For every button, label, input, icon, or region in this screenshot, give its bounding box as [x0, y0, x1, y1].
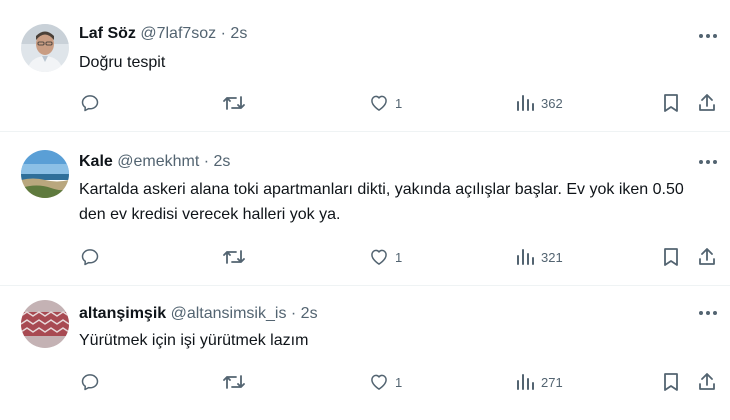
timestamp[interactable]: 2s [214, 153, 231, 170]
bookmark-button[interactable] [662, 247, 680, 267]
retweet-icon [223, 250, 245, 264]
view-count: 271 [541, 374, 563, 390]
reply-button[interactable] [80, 93, 100, 113]
analytics-icon [517, 374, 534, 390]
share-button[interactable] [697, 247, 717, 267]
tweet-text: Yürütmek için işi yürütmek lazım [79, 332, 309, 349]
share-icon [699, 248, 715, 265]
heart-icon [371, 374, 387, 390]
tweet-header: Kale @emekhmt · 2s [79, 153, 230, 171]
like-count: 1 [395, 95, 403, 111]
tweet-text: Kartalda askeri alana toki apartmanları … [79, 181, 684, 223]
share-icon [699, 373, 715, 390]
author-handle[interactable]: @emekhmt [117, 153, 199, 170]
bookmark-button[interactable] [662, 93, 680, 113]
bookmark-icon [664, 94, 678, 112]
tweet[interactable]: Kale @emekhmt · 2s Kartalda askeri alana… [0, 132, 730, 282]
tweet[interactable]: altanşimşik @altansimsik_is · 2s Yürütme… [0, 286, 730, 420]
view-count: 321 [541, 249, 563, 265]
more-icon[interactable] [697, 152, 719, 172]
author-name[interactable]: Kale [79, 153, 113, 170]
like-count: 1 [395, 374, 403, 390]
retweet-button[interactable] [222, 247, 246, 267]
more-icon[interactable] [697, 303, 719, 323]
reply-icon [81, 374, 99, 391]
avatar[interactable] [21, 300, 69, 348]
share-button[interactable] [697, 372, 717, 392]
tweet-header: Laf Söz @7laf7soz · 2s [79, 25, 247, 43]
avatar[interactable] [21, 24, 69, 72]
bookmark-button[interactable] [662, 372, 680, 392]
tweet-header: altanşimşik @altansimsik_is · 2s [79, 305, 318, 323]
retweet-icon [223, 96, 245, 110]
bookmark-icon [664, 248, 678, 266]
reply-icon [81, 249, 99, 266]
analytics-icon [517, 95, 534, 111]
like-button[interactable]: 1 [369, 93, 402, 113]
author-name[interactable]: Laf Söz [79, 25, 136, 42]
tweet-text: Doğru tespit [79, 54, 166, 71]
author-handle[interactable]: @altansimsik_is [171, 305, 287, 322]
view-count: 362 [541, 95, 563, 111]
share-button[interactable] [697, 93, 717, 113]
like-button[interactable]: 1 [369, 372, 402, 392]
views-button[interactable]: 362 [515, 93, 563, 113]
like-count: 1 [395, 249, 403, 265]
analytics-icon [517, 249, 534, 265]
retweet-icon [223, 375, 245, 389]
retweet-button[interactable] [222, 93, 246, 113]
heart-icon [371, 95, 387, 111]
heart-icon [371, 249, 387, 265]
author-name[interactable]: altanşimşik [79, 305, 166, 322]
more-icon[interactable] [697, 26, 719, 46]
separator: · [290, 305, 297, 322]
avatar[interactable] [21, 150, 69, 198]
retweet-button[interactable] [222, 372, 246, 392]
views-button[interactable]: 321 [515, 247, 563, 267]
reply-icon [81, 95, 99, 112]
author-handle[interactable]: @7laf7soz [140, 25, 216, 42]
share-icon [699, 94, 715, 111]
views-button[interactable]: 271 [515, 372, 563, 392]
timestamp[interactable]: 2s [230, 25, 247, 42]
bookmark-icon [664, 373, 678, 391]
tweet[interactable]: Laf Söz @7laf7soz · 2s Doğru tespit 1 36… [0, 0, 730, 130]
avatar-image [21, 300, 69, 348]
separator: · [220, 25, 226, 42]
reply-button[interactable] [80, 372, 100, 392]
avatar-image [21, 24, 69, 72]
like-button[interactable]: 1 [369, 247, 402, 267]
separator: · [203, 153, 210, 170]
avatar-image [21, 150, 69, 198]
timestamp[interactable]: 2s [301, 305, 318, 322]
reply-button[interactable] [80, 247, 100, 267]
